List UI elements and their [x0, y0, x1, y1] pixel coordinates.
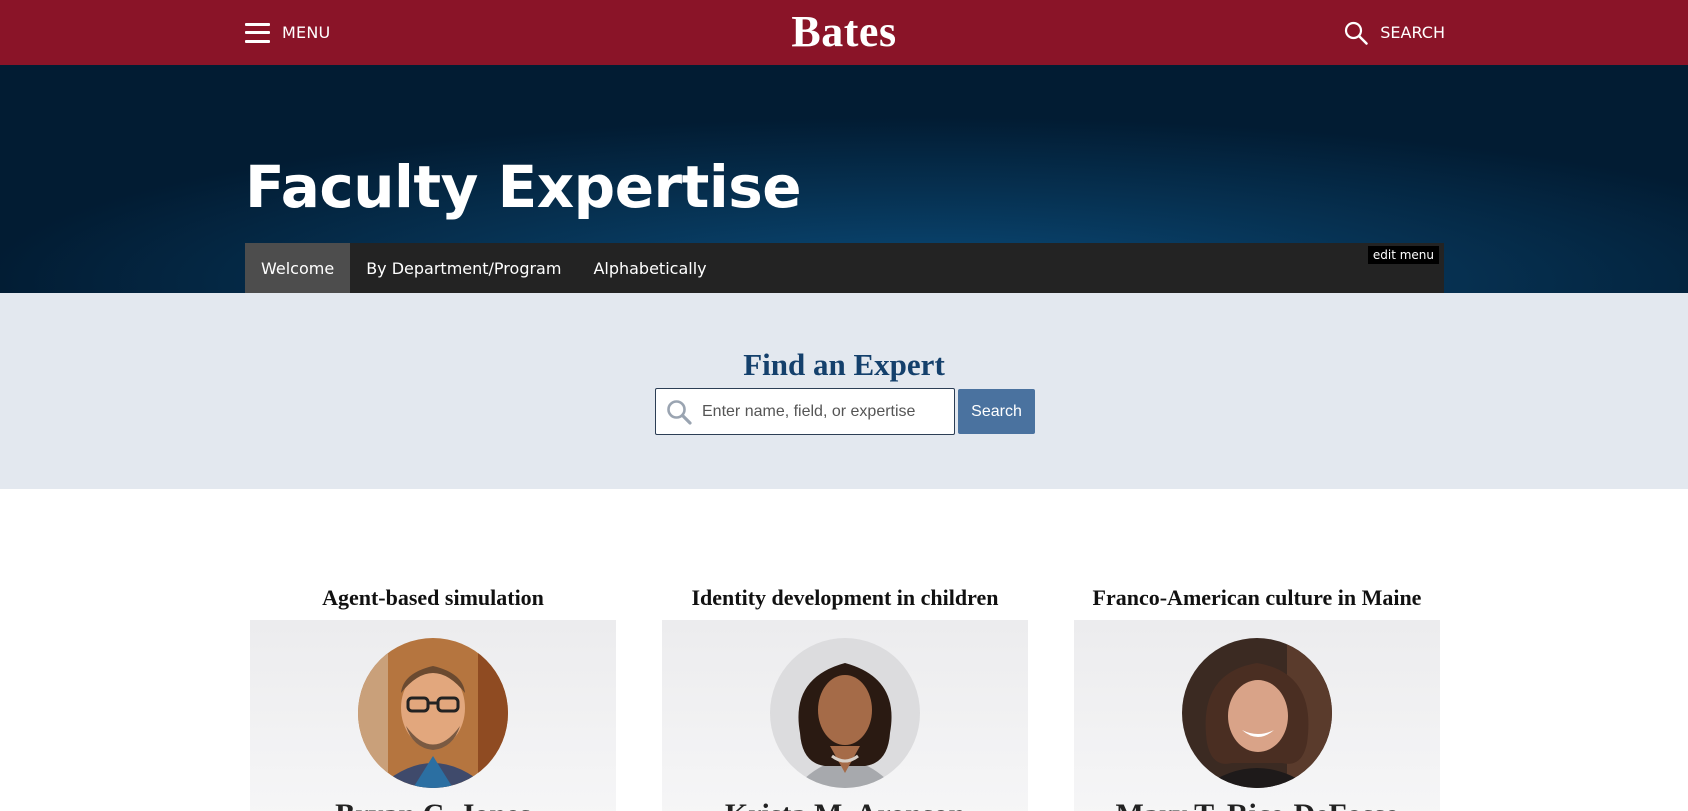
expert-card: Identity development in children Krista … [662, 585, 1028, 811]
hero-banner: Faculty Expertise Welcome By Department/… [0, 65, 1688, 293]
faculty-photo-icon [358, 638, 508, 788]
expert-search-button[interactable]: Search [958, 389, 1035, 434]
expert-card: Agent-based simulation Bryan C. Jones [250, 585, 616, 811]
faculty-photo-icon [1182, 638, 1332, 788]
search-icon [1345, 21, 1369, 45]
expert-search-input[interactable] [702, 402, 932, 421]
tab-by-department[interactable]: By Department/Program [350, 243, 577, 293]
page-title: Faculty Expertise [245, 153, 802, 221]
tab-welcome[interactable]: Welcome [245, 243, 351, 293]
expert-name: Krista M. Aronson [662, 798, 1028, 811]
edit-menu-link[interactable]: edit menu [1367, 246, 1439, 264]
faculty-photo-icon [770, 638, 920, 788]
expert-card: Franco-American culture in Maine Mary T.… [1074, 585, 1440, 811]
expert-topic: Agent-based simulation [322, 585, 544, 610]
expert-topic: Identity development in children [691, 585, 999, 610]
find-expert-heading: Find an Expert [743, 347, 945, 382]
expert-card-link[interactable]: Mary T. Rice-DeFosse [1074, 620, 1440, 811]
expert-name: Mary T. Rice-DeFosse [1074, 798, 1440, 811]
find-expert-section: Find an Expert Search [0, 293, 1688, 489]
section-nav: Welcome By Department/Program Alphabetic… [245, 243, 1444, 293]
site-search-button[interactable]: SEARCH [1344, 0, 1445, 65]
expert-card-link[interactable]: Krista M. Aronson [662, 620, 1028, 811]
expert-card-link[interactable]: Bryan C. Jones [250, 620, 616, 811]
search-label: SEARCH [1380, 23, 1445, 42]
expert-topic: Franco-American culture in Maine [1092, 585, 1422, 610]
expert-name: Bryan C. Jones [250, 798, 616, 811]
expert-search-box [655, 388, 955, 435]
search-icon [667, 399, 692, 425]
tab-alphabetically[interactable]: Alphabetically [577, 243, 722, 293]
top-bar: MENU Bates SEARCH [0, 0, 1688, 65]
